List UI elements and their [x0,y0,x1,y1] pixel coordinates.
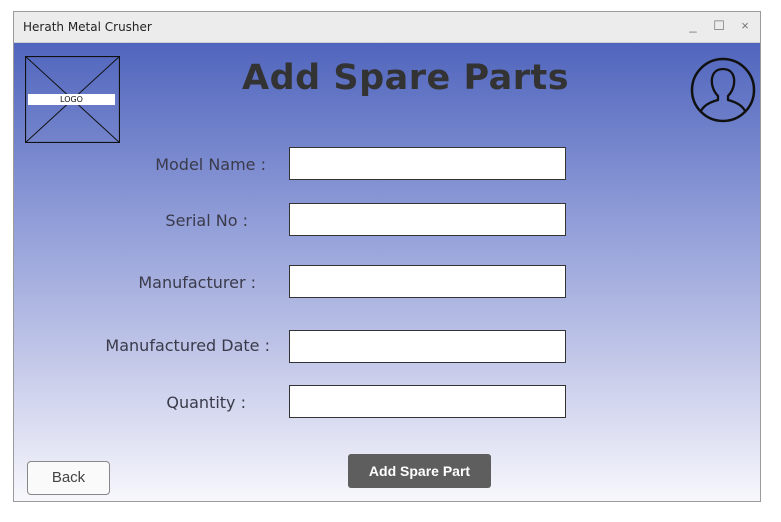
logo-label: LOGO [28,94,115,105]
serial-no-input[interactable] [289,203,566,236]
model-name-input[interactable] [289,147,566,180]
serial-no-label: Serial No : [165,211,248,230]
quantity-label: Quantity : [166,393,246,412]
manufactured-date-input[interactable] [289,330,566,363]
title-bar: Herath Metal Crusher _ ☐ × [14,12,760,43]
back-button[interactable]: Back [27,461,110,495]
manufactured-date-label: Manufactured Date : [105,336,270,355]
quantity-input[interactable] [289,385,566,418]
logo-placeholder: LOGO [25,56,120,143]
add-spare-part-button[interactable]: Add Spare Part [348,454,491,488]
app-window: Herath Metal Crusher _ ☐ × LOGO Add Spar… [13,11,761,502]
manufacturer-label: Manufacturer : [138,273,256,292]
maximize-button[interactable]: ☐ [711,18,727,34]
page-title: Add Spare Parts [242,58,570,98]
close-button[interactable]: × [737,18,753,34]
window-title: Herath Metal Crusher [23,20,152,34]
model-name-label: Model Name : [155,155,266,174]
user-icon[interactable] [690,57,756,123]
manufacturer-input[interactable] [289,265,566,298]
minimize-button[interactable]: _ [685,18,701,34]
form-panel: LOGO Add Spare Parts Model Name : Serial… [14,43,760,501]
